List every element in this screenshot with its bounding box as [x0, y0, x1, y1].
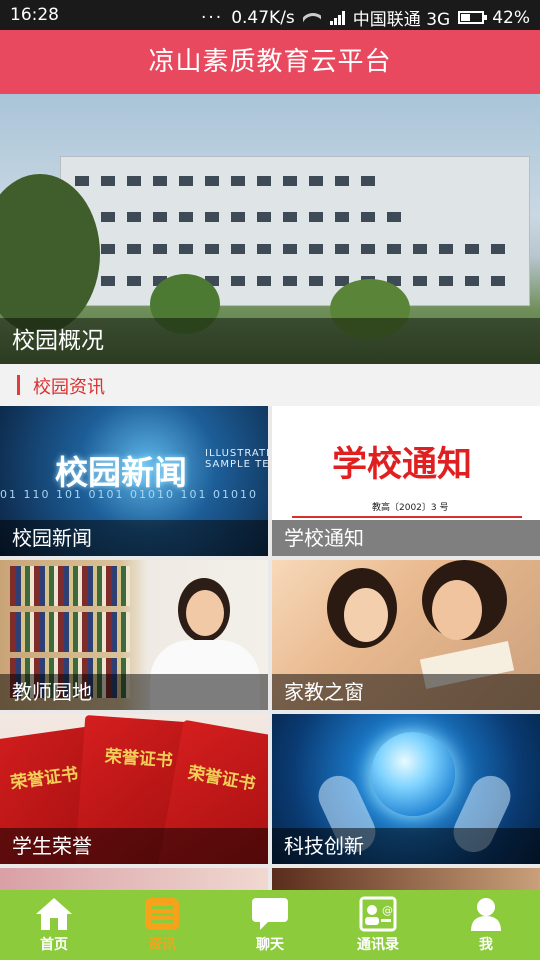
tile-school-notice[interactable]: 学校通知 教高〔2002〕3 号 学校通知 — [272, 406, 540, 556]
tile-partial[interactable] — [0, 868, 268, 890]
banner-caption: 校园概况 — [0, 318, 540, 364]
image-doc-number: 教高〔2002〕3 号 — [372, 503, 449, 513]
dots-icon: ··· — [200, 7, 224, 28]
campus-overview-banner[interactable]: 校园概况 — [0, 94, 540, 364]
image-title: 学校通知 — [332, 444, 473, 485]
nav-profile[interactable]: 我 — [432, 890, 540, 960]
image-digits: 01 110 101 0101 01010 101 01010 — [0, 488, 258, 501]
carrier-name: 中国联通 3G — [352, 10, 451, 30]
contacts-icon: @ — [359, 896, 397, 932]
tile-label: 学生荣誉 — [0, 828, 268, 864]
building-windows — [75, 212, 405, 222]
nav-chat[interactable]: 聊天 — [216, 890, 324, 960]
app-header: 凉山素质教育云平台 — [0, 30, 540, 94]
tile-tech-innovation[interactable]: 科技创新 — [272, 714, 540, 864]
page-title: 凉山素质教育云平台 — [148, 47, 392, 77]
tile-label: 科技创新 — [272, 828, 540, 864]
news-category-grid: 校园新闻 ILLUSTRATIONSAMPLE TEXT 01 110 101 … — [0, 406, 540, 890]
status-bar: 16:28 ··· 0.47K/s 中国联通 3G 42% — [0, 0, 540, 30]
nav-label: 资讯 — [148, 937, 176, 953]
mother-face — [432, 580, 482, 640]
tile-student-honors[interactable]: 荣誉证书 荣誉证书 荣誉证书 学生荣誉 — [0, 714, 268, 864]
tile-partial[interactable] — [272, 868, 540, 890]
status-time: 16:28 — [10, 5, 59, 25]
section-accent — [17, 375, 20, 395]
battery-icon — [458, 11, 488, 24]
building-windows — [75, 276, 505, 286]
battery-level — [461, 14, 471, 21]
bookshelf-image — [10, 566, 130, 606]
battery-percent: 42% — [492, 7, 530, 28]
network-speed: 0.47K/s — [231, 7, 295, 28]
nav-label: 通讯录 — [357, 937, 399, 953]
news-icon — [145, 898, 179, 930]
bottom-nav: 首页 资讯 聊天 @ 通讯录 我 — [0, 890, 540, 960]
svg-text:@: @ — [382, 904, 393, 917]
nav-contacts[interactable]: @ 通讯录 — [324, 890, 432, 960]
teacher-face — [186, 590, 224, 636]
tile-teacher-corner[interactable]: 教师园地 — [0, 560, 268, 710]
red-rule — [292, 516, 522, 518]
image-title: 校园新闻 — [55, 453, 187, 492]
bookshelf-image — [10, 612, 130, 652]
profile-icon — [471, 898, 501, 931]
nav-news[interactable]: 资讯 — [108, 890, 216, 960]
chat-icon — [252, 898, 288, 930]
section-header: 校园资讯 — [0, 364, 540, 406]
tile-label: 教师园地 — [0, 674, 268, 710]
status-indicators: ··· 0.47K/s 中国联通 3G 42% — [193, 5, 530, 31]
wifi-icon — [303, 11, 321, 25]
globe-image — [371, 732, 455, 816]
tile-label: 校园新闻 — [0, 520, 268, 556]
signal-icon — [329, 10, 345, 25]
section-title: 校园资讯 — [33, 377, 105, 398]
tile-campus-news[interactable]: 校园新闻 ILLUSTRATIONSAMPLE TEXT 01 110 101 … — [0, 406, 268, 556]
home-icon — [36, 898, 72, 930]
nav-label: 聊天 — [256, 937, 284, 953]
building-windows — [75, 176, 375, 186]
child-face — [344, 588, 388, 642]
certificate-text: 荣誉证书 — [104, 746, 174, 772]
nav-label: 我 — [479, 937, 493, 953]
building-windows — [75, 244, 505, 254]
tile-label: 学校通知 — [272, 520, 540, 556]
tile-label: 家教之窗 — [272, 674, 540, 710]
nav-home[interactable]: 首页 — [0, 890, 108, 960]
image-subtitle: ILLUSTRATIONSAMPLE TEXT — [205, 448, 268, 470]
nav-label: 首页 — [40, 937, 68, 953]
tile-family-education[interactable]: 家教之窗 — [272, 560, 540, 710]
